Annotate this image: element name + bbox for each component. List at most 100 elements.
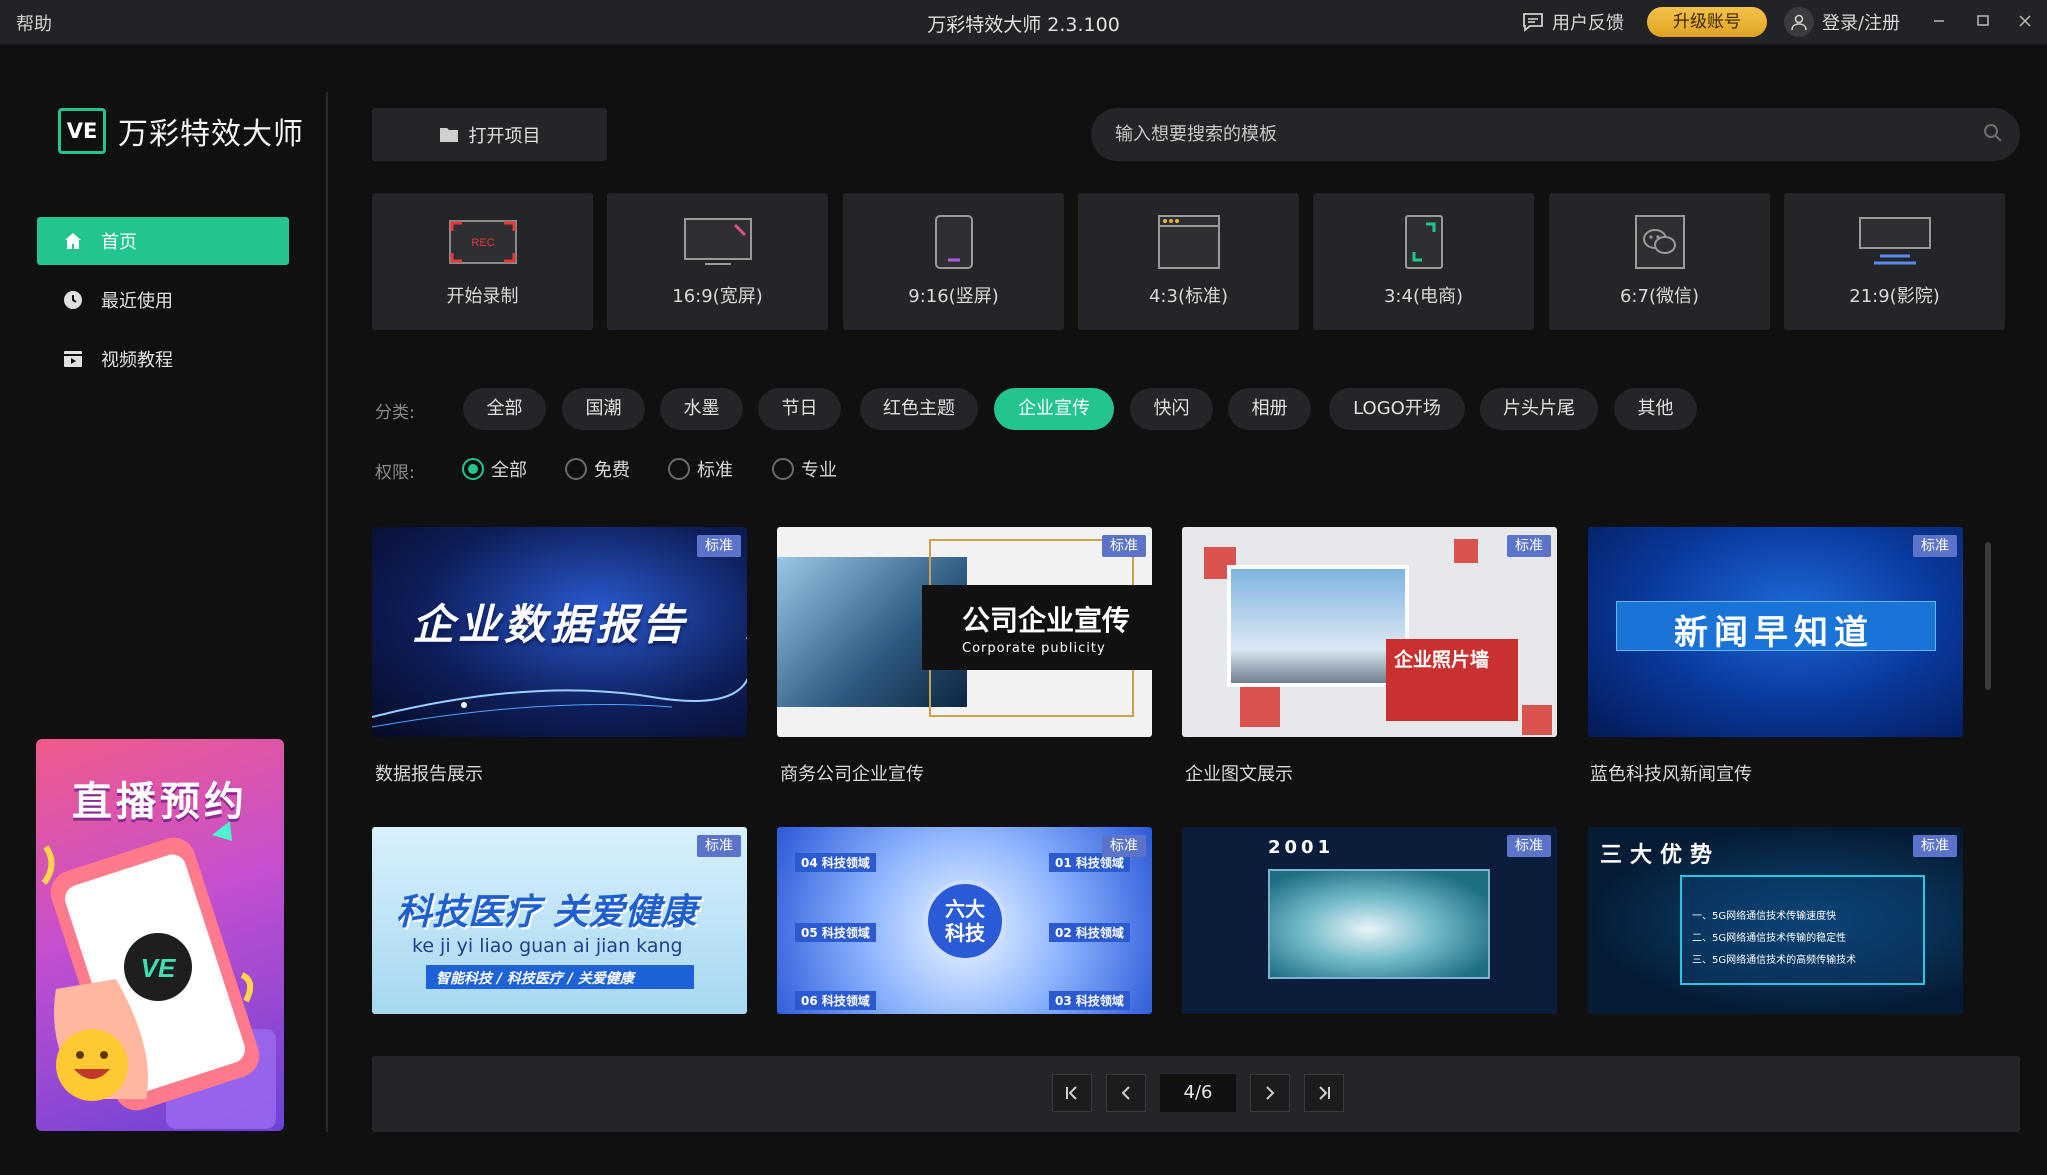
thumb-title: 科技医疗 关爱健康 bbox=[396, 892, 697, 933]
thumb-title: 六大科技 bbox=[945, 897, 985, 945]
maximize-icon[interactable] bbox=[1968, 6, 1998, 36]
chat-bubble-icon bbox=[1523, 13, 1543, 32]
template-card[interactable]: 六大科技 04 科技领域 05 科技领域 06 科技领域 01 科技领域 02 … bbox=[777, 827, 1152, 1014]
portrait-phone-icon bbox=[843, 213, 1064, 271]
radio-unselected-icon bbox=[772, 458, 794, 480]
user-avatar-icon bbox=[1784, 7, 1814, 37]
promo-badge-text: VE bbox=[141, 953, 176, 983]
login-register-button[interactable]: 登录/注册 bbox=[1784, 7, 1900, 37]
prev-page-icon[interactable] bbox=[1106, 1074, 1146, 1112]
pagination-bar: 4/6 bbox=[372, 1056, 2020, 1132]
template-card[interactable]: 新闻早知道 标准 bbox=[1588, 527, 1963, 737]
cinema-icon bbox=[1784, 213, 2005, 271]
permission-label: 权限: bbox=[375, 463, 415, 483]
category-chip-all[interactable]: 全部 bbox=[463, 388, 546, 430]
tier-badge: 标准 bbox=[1507, 535, 1551, 557]
thumb-subtitle: Corporate publicity bbox=[962, 641, 1106, 656]
feedback-button[interactable]: 用户反馈 bbox=[1522, 9, 1624, 35]
sidebar-item-label: 首页 bbox=[101, 232, 137, 253]
sidebar-item-recent[interactable]: 最近使用 bbox=[37, 276, 289, 324]
deco-square bbox=[1522, 705, 1552, 735]
standard-window-icon bbox=[1078, 213, 1299, 271]
template-card[interactable]: 企业照片墙 标准 bbox=[1182, 527, 1557, 737]
category-chip-other[interactable]: 其他 bbox=[1614, 388, 1697, 430]
ratio-21-9-card[interactable]: 21:9(影院) bbox=[1784, 193, 2005, 330]
folder-icon bbox=[439, 128, 458, 142]
template-card[interactable]: 企业数据报告 标准 bbox=[372, 527, 747, 737]
video-tutorial-icon bbox=[64, 351, 82, 367]
search-icon[interactable] bbox=[1982, 122, 2004, 144]
ratio-label: 9:16(竖屏) bbox=[908, 286, 999, 307]
thumb-title: 三大优势 bbox=[1600, 843, 1721, 868]
open-project-label: 打开项目 bbox=[468, 125, 541, 147]
start-recording-card[interactable]: REC 开始录制 bbox=[372, 193, 593, 330]
thumb-item: 三、5G网络通信技术的高频传输技术 bbox=[1692, 955, 1857, 966]
thumb-item: 03 科技领域 bbox=[1049, 991, 1130, 1010]
category-chip-flash[interactable]: 快闪 bbox=[1130, 388, 1213, 430]
radio-label: 专业 bbox=[801, 460, 837, 481]
category-chip-logo-intro[interactable]: LOGO开场 bbox=[1329, 388, 1465, 430]
category-chip-corporate[interactable]: 企业宣传 bbox=[994, 388, 1114, 430]
template-search-bar bbox=[1091, 108, 2020, 161]
widescreen-icon bbox=[607, 213, 828, 271]
feedback-label: 用户反馈 bbox=[1552, 13, 1624, 34]
logo-badge: VE bbox=[58, 108, 106, 154]
permission-radio-all[interactable]: 全部 bbox=[462, 456, 527, 482]
upgrade-account-button[interactable]: 升级账号 bbox=[1647, 7, 1767, 37]
permission-radio-pro[interactable]: 专业 bbox=[772, 456, 837, 482]
tier-badge: 标准 bbox=[1102, 835, 1146, 857]
category-chip-intro-outro[interactable]: 片头片尾 bbox=[1480, 388, 1598, 430]
category-chip-festival[interactable]: 节日 bbox=[758, 388, 841, 430]
help-menu[interactable]: 帮助 bbox=[16, 10, 52, 36]
minimize-icon[interactable] bbox=[1924, 6, 1954, 36]
category-chip-ink[interactable]: 水墨 bbox=[660, 388, 743, 430]
search-input[interactable] bbox=[1115, 108, 1955, 161]
template-card[interactable]: 2001 标准 bbox=[1182, 827, 1557, 1014]
sidebar-item-home[interactable]: 首页 bbox=[37, 217, 289, 265]
template-card[interactable]: 三大优势 一、5G网络通信技术传输速度快 二、5G网络通信技术传输的稳定性 三、… bbox=[1588, 827, 1963, 1014]
close-icon[interactable] bbox=[2010, 6, 2040, 36]
category-chip-guochao[interactable]: 国潮 bbox=[562, 388, 645, 430]
city-photo bbox=[1227, 565, 1409, 687]
ratio-6-7-card[interactable]: 6:7(微信) bbox=[1549, 193, 1770, 330]
ratio-label: 6:7(微信) bbox=[1619, 286, 1699, 307]
tier-badge: 标准 bbox=[697, 835, 741, 857]
sidebar-item-video-tutorial[interactable]: 视频教程 bbox=[37, 335, 289, 383]
open-project-button[interactable]: 打开项目 bbox=[372, 108, 607, 161]
tier-badge: 标准 bbox=[1913, 835, 1957, 857]
radio-unselected-icon bbox=[565, 458, 587, 480]
template-card[interactable]: 公司企业宣传 Corporate publicity 标准 bbox=[777, 527, 1152, 737]
thumb-item: 06 科技领域 bbox=[795, 991, 876, 1010]
live-booking-banner[interactable]: 直播预约 VE bbox=[36, 739, 284, 1131]
promo-illustration: VE bbox=[41, 821, 276, 1129]
grid-scrollbar[interactable] bbox=[1985, 542, 1991, 690]
login-label: 登录/注册 bbox=[1822, 13, 1901, 34]
ratio-label: 3:4(电商) bbox=[1383, 286, 1463, 307]
thumb-tagline: 智能科技 / 科技医疗 / 关爱健康 bbox=[436, 971, 634, 987]
deco-square bbox=[1240, 687, 1280, 727]
ratio-label: 开始录制 bbox=[446, 286, 519, 307]
category-chip-red-theme[interactable]: 红色主题 bbox=[860, 388, 978, 430]
permission-radio-free[interactable]: 免费 bbox=[565, 456, 630, 482]
next-page-icon[interactable] bbox=[1250, 1074, 1290, 1112]
ratio-3-4-card[interactable]: 3:4(电商) bbox=[1313, 193, 1534, 330]
thumb-title: 企业数据报告 bbox=[412, 600, 689, 649]
sidebar-item-label: 视频教程 bbox=[101, 350, 173, 371]
thumb-item: 二、5G网络通信技术传输的稳定性 bbox=[1692, 933, 1847, 944]
tier-badge: 标准 bbox=[1913, 535, 1957, 557]
last-page-icon[interactable] bbox=[1304, 1074, 1344, 1112]
template-name: 企业图文展示 bbox=[1185, 764, 1293, 785]
ratio-16-9-card[interactable]: 16:9(宽屏) bbox=[607, 193, 828, 330]
ratio-4-3-card[interactable]: 4:3(标准) bbox=[1078, 193, 1299, 330]
permission-radio-standard[interactable]: 标准 bbox=[668, 456, 733, 482]
category-chip-album[interactable]: 相册 bbox=[1228, 388, 1311, 430]
first-page-icon[interactable] bbox=[1052, 1074, 1092, 1112]
ratio-9-16-card[interactable]: 9:16(竖屏) bbox=[843, 193, 1064, 330]
home-icon bbox=[65, 233, 81, 249]
radio-label: 免费 bbox=[594, 460, 630, 481]
logo-text: 万彩特效大师 bbox=[118, 117, 304, 152]
thumb-item: 04 科技领域 bbox=[795, 853, 876, 872]
sidebar-divider bbox=[326, 92, 328, 1132]
radio-label: 标准 bbox=[697, 460, 733, 481]
template-card[interactable]: 科技医疗 关爱健康 ke ji yi liao guan ai jian kan… bbox=[372, 827, 747, 1014]
